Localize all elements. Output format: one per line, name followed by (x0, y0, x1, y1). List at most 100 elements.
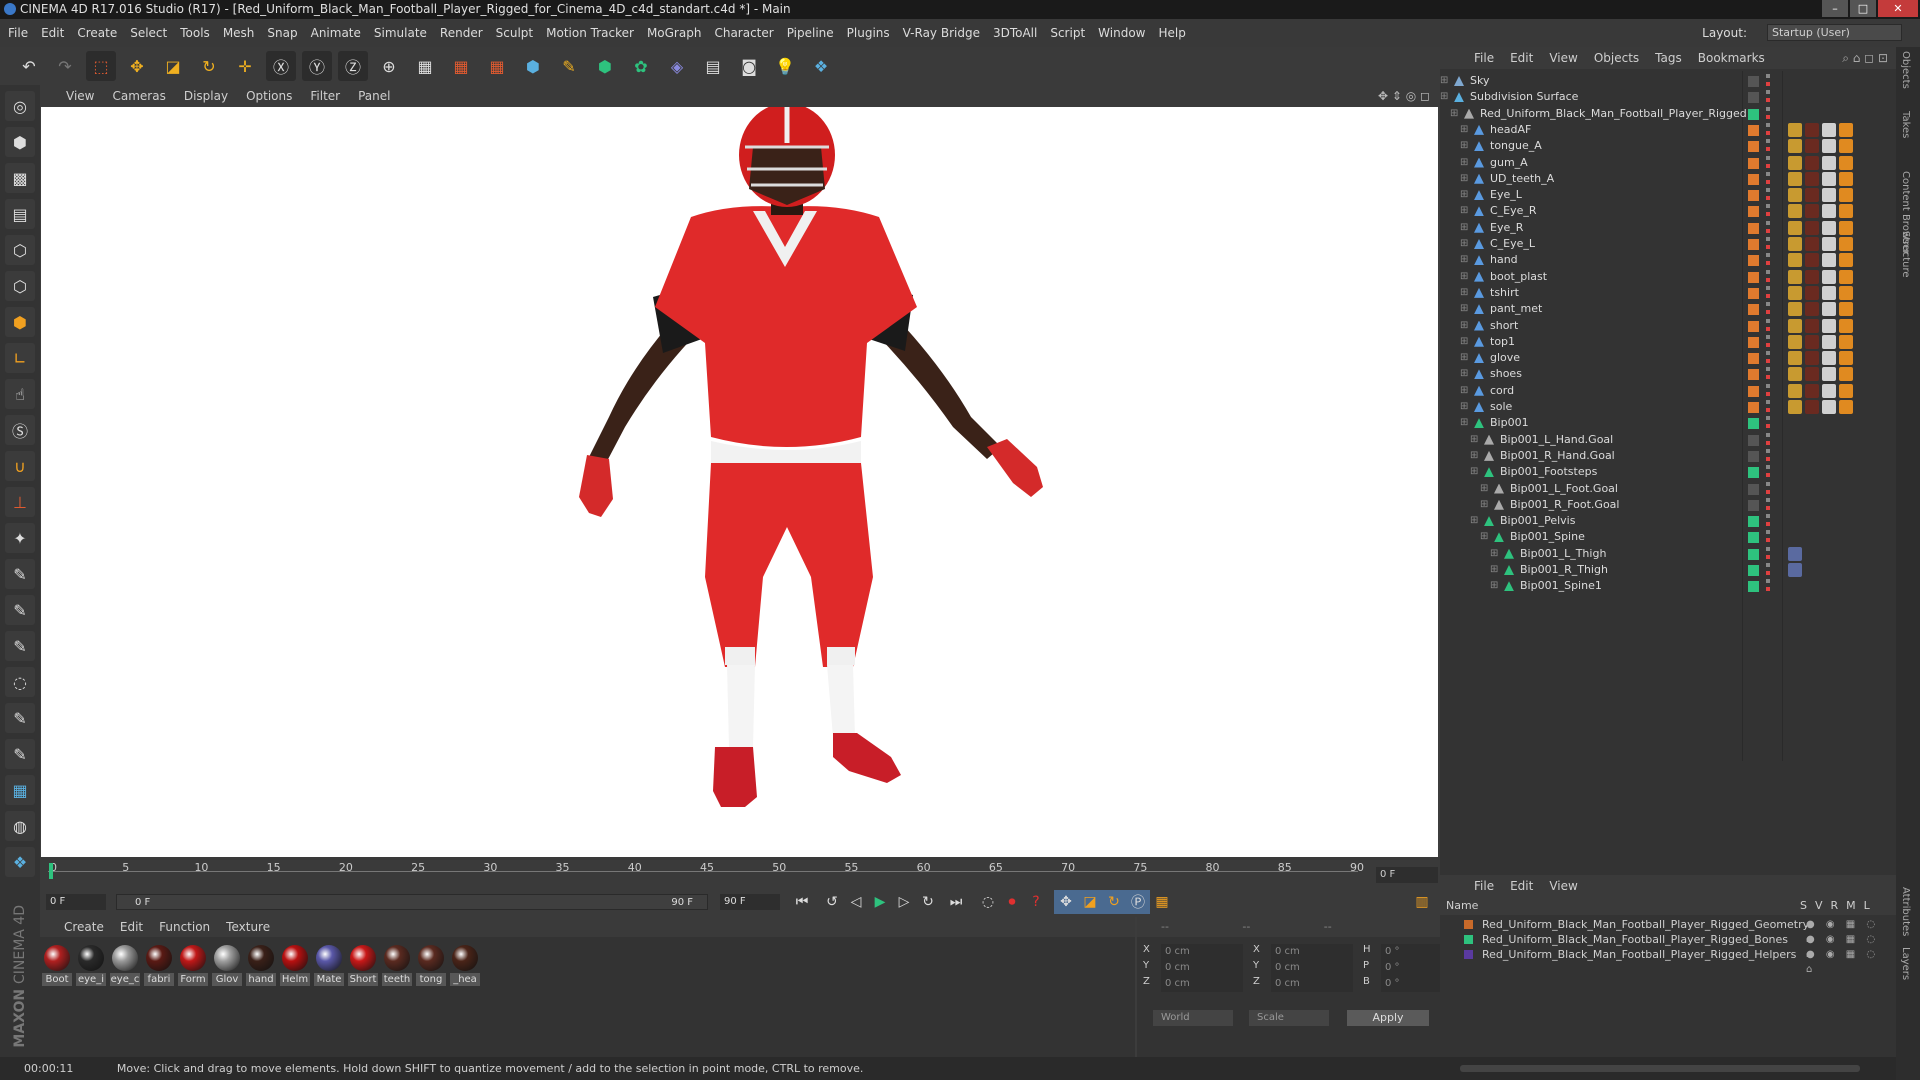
material-tag-icon[interactable] (1822, 155, 1836, 170)
workplane-icon[interactable]: ▤ (5, 199, 35, 229)
menu-animate[interactable]: Animate (311, 26, 361, 40)
material-tag-icon[interactable] (1788, 351, 1802, 366)
next-key-icon[interactable]: ↻ (916, 890, 940, 914)
key-parameter-icon[interactable]: Ⓟ (1126, 890, 1150, 914)
material-swatch[interactable]: Form (178, 945, 208, 986)
material-tag-icon[interactable] (1788, 302, 1802, 317)
viewport-menu-options[interactable]: Options (246, 89, 292, 103)
viewport-menu-cameras[interactable]: Cameras (112, 89, 165, 103)
floor-icon[interactable]: ▤ (698, 51, 728, 81)
apply-button[interactable]: Apply (1347, 1010, 1429, 1026)
visibility-dots-icon[interactable] (1766, 334, 1770, 349)
motion-record-icon[interactable]: ◌ (976, 890, 1000, 914)
timeline[interactable]: 0 5 10 15 20 25 30 35 40 45 50 55 60 65 70 75 80 85 90 0 F (40, 857, 1440, 887)
snap-icon[interactable]: Ⓢ (5, 415, 35, 445)
coord-field[interactable]: 0 cm (1271, 944, 1353, 960)
object-row[interactable]: ⊞ Bip001_Spine1 (1440, 576, 1896, 596)
visibility-dots-icon[interactable] (1766, 546, 1770, 561)
layout-select[interactable]: Startup (User) (1767, 24, 1902, 41)
key-rotation-icon[interactable]: ↻ (1102, 890, 1126, 914)
light-icon[interactable]: 💡 (770, 51, 800, 81)
close-button[interactable]: ✕ (1878, 0, 1918, 17)
material-tag-icon[interactable] (1839, 269, 1853, 284)
layer-row[interactable]: Red_Uniform_Black_Man_Football_Player_Ri… (1440, 932, 1896, 960)
visibility-dots-icon[interactable] (1766, 530, 1770, 545)
material-tag-icon[interactable] (1805, 285, 1819, 300)
material-tag-icon[interactable] (1788, 204, 1802, 219)
menu-character[interactable]: Character (714, 26, 773, 40)
menu-simulate[interactable]: Simulate (374, 26, 427, 40)
material-tag-icon[interactable] (1822, 171, 1836, 186)
key-position-icon[interactable]: ✥ (1054, 890, 1078, 914)
viewport-menu-display[interactable]: Display (184, 89, 228, 103)
z-axis-icon[interactable]: Ⓩ (338, 51, 368, 81)
go-to-end-icon[interactable]: ⏭ (944, 890, 968, 914)
redo-icon[interactable]: ↷ (50, 51, 80, 81)
visibility-dots-icon[interactable] (1766, 74, 1770, 88)
visibility-dots-icon[interactable] (1766, 188, 1770, 203)
material-swatch[interactable]: Mate (314, 945, 344, 986)
perspective-viewport[interactable] (41, 103, 1438, 857)
y-axis-icon[interactable]: Ⓨ (302, 51, 332, 81)
menu-3dtoall[interactable]: 3DToAll (993, 26, 1037, 40)
key-scale-icon[interactable]: ◪ (1078, 890, 1102, 914)
material-tag-icon[interactable] (1788, 171, 1802, 186)
coord-field[interactable]: 0 cm (1271, 960, 1353, 976)
deformer-icon[interactable]: ◈ (662, 51, 692, 81)
edges-mode-icon[interactable]: ⬡ (5, 271, 35, 301)
material-swatch[interactable]: Short (348, 945, 378, 986)
material-tag-icon[interactable] (1822, 253, 1836, 268)
side-tab-structure[interactable]: Structure (1900, 231, 1911, 278)
layer-scrollbar[interactable] (1440, 1057, 1896, 1080)
material-tag-icon[interactable] (1839, 351, 1853, 366)
material-tag-icon[interactable] (1822, 285, 1836, 300)
viewport-menu-filter[interactable]: Filter (310, 89, 340, 103)
material-tag-icon[interactable] (1788, 563, 1802, 577)
menu-render[interactable]: Render (440, 26, 483, 40)
render-view-icon[interactable]: ▦ (410, 51, 440, 81)
scrollbar-thumb[interactable] (1460, 1065, 1860, 1072)
side-tab-objects[interactable]: Objects (1900, 51, 1911, 89)
material-tag-icon[interactable] (1788, 334, 1802, 349)
material-tag-icon[interactable] (1805, 220, 1819, 235)
scale-icon[interactable]: ◪ (158, 51, 188, 81)
material-swatch[interactable]: Glov (212, 945, 242, 986)
material-tag-icon[interactable] (1839, 204, 1853, 219)
material-tag-icon[interactable] (1788, 253, 1802, 268)
menu-plugins[interactable]: Plugins (847, 26, 890, 40)
material-tag-icon[interactable] (1839, 237, 1853, 251)
material-tag-icon[interactable] (1788, 237, 1802, 251)
material-tag-icon[interactable] (1822, 237, 1836, 251)
material-tag-icon[interactable] (1822, 269, 1836, 284)
menu-pipeline[interactable]: Pipeline (787, 26, 834, 40)
next-frame-icon[interactable]: ▷ (892, 890, 916, 914)
minimize-button[interactable]: – (1822, 0, 1848, 17)
go-to-start-icon[interactable]: ⏮ (790, 890, 814, 914)
menu-snap[interactable]: Snap (267, 26, 297, 40)
material-tag-icon[interactable] (1822, 367, 1836, 382)
material-tag-icon[interactable] (1805, 334, 1819, 349)
workplane-axis-icon[interactable]: ⊥ (5, 487, 35, 517)
material-tag-icon[interactable] (1805, 253, 1819, 268)
material-tag-icon[interactable] (1805, 367, 1819, 382)
visibility-dots-icon[interactable] (1766, 237, 1770, 251)
menu-v-ray-bridge[interactable]: V-Ray Bridge (903, 26, 980, 40)
material-swatch[interactable]: Boot (42, 945, 72, 986)
menu-tools[interactable]: Tools (180, 26, 210, 40)
maximize-button[interactable]: □ (1850, 0, 1876, 17)
visibility-dots-icon[interactable] (1766, 448, 1770, 463)
menu-mograph[interactable]: MoGraph (647, 26, 702, 40)
axis-mode-icon[interactable]: ∟ (5, 343, 35, 373)
material-tag-icon[interactable] (1805, 122, 1819, 137)
material-menu-create[interactable]: Create (64, 920, 104, 934)
python-script-icon[interactable]: ❖ (5, 847, 35, 877)
material-tag-icon[interactable] (1788, 285, 1802, 300)
visibility-dots-icon[interactable] (1766, 269, 1770, 284)
material-tag-icon[interactable] (1822, 188, 1836, 203)
menu-edit[interactable]: Edit (41, 26, 64, 40)
rotate-icon[interactable]: ↻ (194, 51, 224, 81)
material-menu-edit[interactable]: Edit (120, 920, 143, 934)
texture-mode-icon[interactable]: ▩ (5, 163, 35, 193)
live-selection-icon[interactable]: ⬚ (86, 51, 116, 81)
subdivision-icon[interactable]: ⬢ (590, 51, 620, 81)
